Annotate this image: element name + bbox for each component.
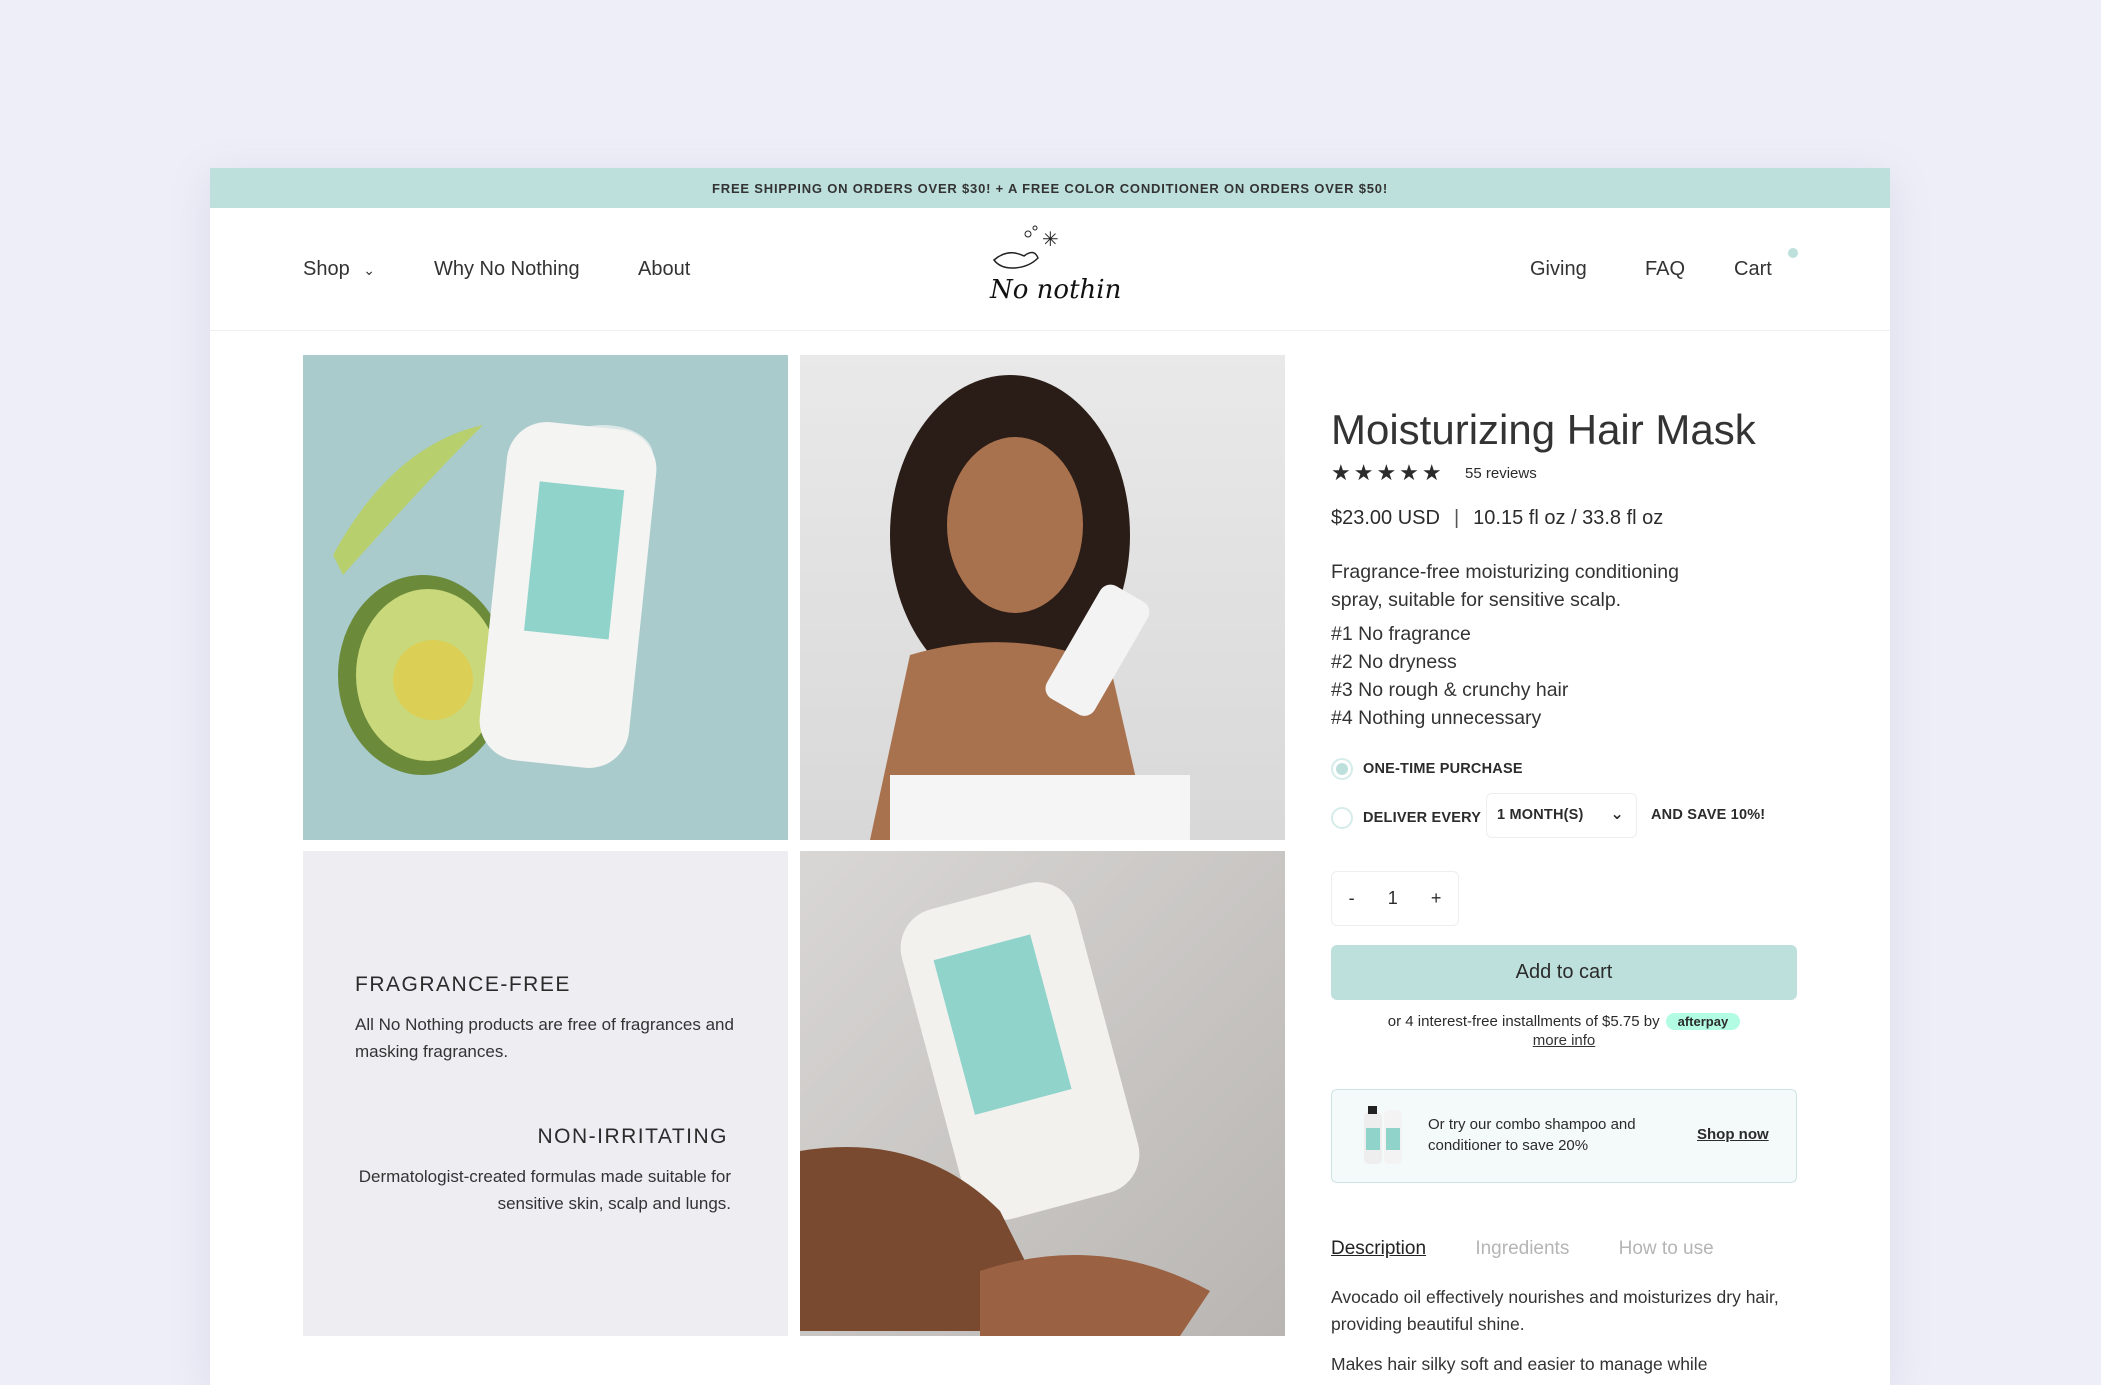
increment-button[interactable]: + xyxy=(1431,888,1442,909)
svg-text:No nothing: No nothing xyxy=(989,275,1120,305)
decrement-button[interactable]: - xyxy=(1349,888,1355,909)
tab-ingredients[interactable]: Ingredients xyxy=(1475,1238,1569,1259)
combo-bottles-image xyxy=(1364,1106,1402,1164)
product-image-avocado[interactable] xyxy=(303,355,788,840)
product-photo xyxy=(870,375,1190,840)
product-image-hands[interactable] xyxy=(800,851,1285,1336)
product-points: #1 No fragrance #2 No dryness #3 No roug… xyxy=(1331,620,1801,732)
radio-selected[interactable] xyxy=(1331,758,1353,780)
svg-text:✳: ✳ xyxy=(1042,229,1059,251)
one-time-option[interactable]: ONE-TIME PURCHASE xyxy=(1331,758,1801,780)
afterpay-text: or 4 interest-free installments of $5.75… xyxy=(1387,1013,1660,1030)
save-label: AND SAVE 10%! xyxy=(1651,807,1766,823)
option-label: DELIVER EVERY xyxy=(1363,809,1482,826)
star-rating[interactable]: ★★★★★ 55 reviews xyxy=(1331,460,1801,486)
product-description: Fragrance-free moisturizing conditioning… xyxy=(1331,561,1679,611)
product-image-model[interactable] xyxy=(800,355,1285,840)
star-icons: ★★★★★ xyxy=(1331,460,1445,485)
nav-about[interactable]: About xyxy=(638,258,690,281)
point: #3 No rough & crunchy hair xyxy=(1331,679,1569,701)
option-label: ONE-TIME PURCHASE xyxy=(1363,760,1523,777)
tab-how-to-use[interactable]: How to use xyxy=(1619,1238,1714,1259)
afterpay-info: or 4 interest-free installments of $5.75… xyxy=(1331,1013,1797,1052)
nav-why-no-nothing[interactable]: Why No Nothing xyxy=(434,258,580,281)
combo-text: Or try our combo shampoo and conditioner… xyxy=(1428,1116,1636,1154)
feature-title: FRAGRANCE-FREE xyxy=(355,973,571,996)
point: #2 No dryness xyxy=(1331,651,1457,673)
feature-title: NON-IRRITATING xyxy=(537,1125,728,1148)
nav-cart[interactable]: Cart xyxy=(1734,258,1772,281)
nav-shop[interactable]: Shop ⌄ xyxy=(303,258,375,281)
price: $23.00 USD xyxy=(1331,507,1440,529)
size: 10.15 fl oz / 33.8 fl oz xyxy=(1473,507,1664,529)
point: #4 Nothing unnecessary xyxy=(1331,707,1542,729)
price-line: $23.00 USD | 10.15 fl oz / 33.8 fl oz xyxy=(1331,507,1801,530)
product-photo xyxy=(800,882,1210,1336)
afterpay-logo: afterpay xyxy=(1665,1013,1741,1030)
product-tabs: Description Ingredients How to use xyxy=(1331,1238,1801,1260)
point: #1 No fragrance xyxy=(1331,623,1471,645)
chevron-down-icon: ⌄ xyxy=(1610,806,1624,823)
product-title: Moisturizing Hair Mask xyxy=(1331,406,1756,453)
interval-select[interactable]: 1 MONTH(S) ⌄ xyxy=(1486,793,1637,838)
cart-indicator-dot xyxy=(1788,248,1798,258)
quantity-stepper[interactable]: - 1 + xyxy=(1331,871,1459,926)
subscription-option[interactable]: DELIVER EVERY 1 MONTH(S) ⌄ AND SAVE 10%! xyxy=(1331,793,1801,838)
product-photo xyxy=(333,422,657,775)
nav-faq[interactable]: FAQ xyxy=(1645,258,1685,281)
features-panel: FRAGRANCE-FREE All No Nothing products a… xyxy=(303,851,788,1336)
description-paragraph: Avocado oil effectively nourishes and mo… xyxy=(1331,1287,1779,1334)
select-value: 1 MONTH(S) xyxy=(1497,807,1584,823)
nav-giving[interactable]: Giving xyxy=(1530,258,1587,281)
divider: | xyxy=(1453,507,1460,529)
more-info-link[interactable]: more info xyxy=(1533,1032,1596,1049)
combo-offer: Or try our combo shampoo and conditioner… xyxy=(1331,1089,1797,1183)
product-page: FREE SHIPPING ON ORDERS OVER $30! + A FR… xyxy=(210,168,1890,1385)
tab-description[interactable]: Description xyxy=(1331,1238,1426,1259)
quantity-value[interactable]: 1 xyxy=(1388,888,1398,909)
feature-text: Dermatologist-created formulas made suit… xyxy=(358,1167,731,1213)
promo-banner: FREE SHIPPING ON ORDERS OVER $30! + A FR… xyxy=(210,168,1890,208)
main-nav: Shop ⌄ Why No Nothing About ✳ No nothin g… xyxy=(210,208,1890,331)
radio-unselected[interactable] xyxy=(1331,807,1353,829)
brand-logo[interactable]: ✳ No nothing xyxy=(980,220,1120,320)
description-paragraph: Makes hair silky soft and easier to mana… xyxy=(1331,1354,1708,1374)
chevron-down-icon: ⌄ xyxy=(363,262,376,278)
feature-text: All No Nothing products are free of frag… xyxy=(355,1015,734,1061)
shop-now-link[interactable]: Shop now xyxy=(1697,1126,1769,1143)
reviews-link[interactable]: 55 reviews xyxy=(1465,465,1537,482)
add-to-cart-button[interactable]: Add to cart xyxy=(1331,945,1797,1000)
